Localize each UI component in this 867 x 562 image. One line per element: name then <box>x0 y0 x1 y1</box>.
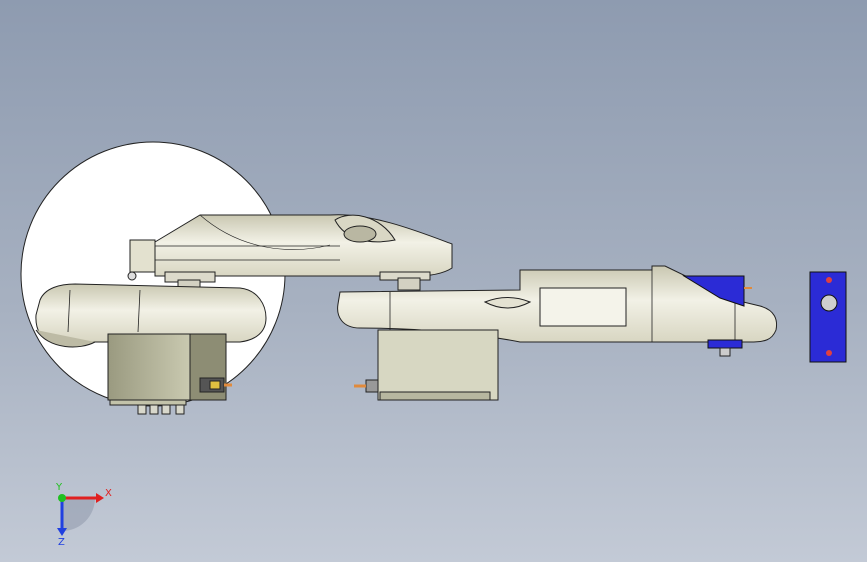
forearm-servo[interactable] <box>354 329 499 401</box>
x-axis-label: X <box>105 488 112 499</box>
left-servo[interactable] <box>107 333 232 415</box>
y-axis-dot <box>58 494 66 502</box>
y-axis-label: Y <box>55 482 63 493</box>
cad-viewport[interactable]: X Y Z <box>0 0 867 562</box>
coordinate-triad: X Y Z <box>55 482 112 548</box>
joint-screw <box>127 271 137 281</box>
joint-shaft-right <box>397 277 421 291</box>
detached-servo-part[interactable] <box>809 271 847 363</box>
z-axis-label: Z <box>58 537 65 548</box>
model-scene[interactable]: X Y Z <box>0 0 867 562</box>
